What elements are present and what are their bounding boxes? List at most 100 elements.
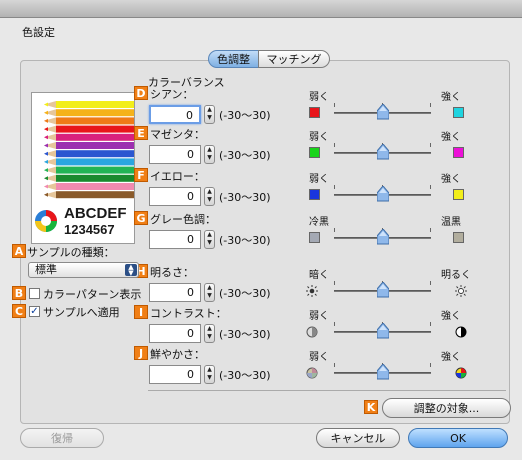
sample-type-value: 標準 [35,263,57,276]
contrast-low-icon [306,326,318,338]
h-label: 明るさ： [150,266,194,279]
marker-b: B [12,286,26,300]
i-low-label: 弱く [309,311,329,322]
e-slider-thumb[interactable] [376,143,389,160]
color-pattern-checkbox[interactable] [29,288,40,299]
f-low-label: 弱く [309,174,329,185]
apply-sample-checkbox[interactable]: ✓ [29,306,40,317]
tab-matching[interactable]: マッチング [258,50,330,68]
d-label: シアン： [150,88,194,101]
d-low-swatch [309,107,320,118]
g-low-swatch [309,232,320,243]
h-slider-tick [334,281,335,285]
marker-c: C [12,304,26,318]
i-high-label: 強く [441,311,461,322]
divider [148,390,506,391]
f-high-label: 強く [441,174,461,185]
f-slider-thumb[interactable] [376,185,389,202]
e-high-label: 強く [441,132,461,143]
e-label: マゼンタ： [150,128,205,141]
d-stepper[interactable]: ▲ ▼ [204,105,215,124]
i-stepper[interactable]: ▲ ▼ [204,324,215,343]
f-slider-tick [334,185,335,189]
j-slider-tick [334,363,335,367]
i-slider-thumb[interactable] [376,322,389,339]
e-value-field[interactable]: 0 [149,145,201,164]
i-value-field[interactable]: 0 [149,324,201,343]
e-slider-tick [430,143,431,147]
h-slider-thumb[interactable] [376,281,389,298]
cancel-button[interactable]: キャンセル [316,428,400,448]
sun-dark-icon [306,285,318,297]
i-slider-tick [334,322,335,326]
f-high-swatch [453,189,464,200]
f-range-text: (-30〜30) [219,191,271,204]
d-slider-thumb[interactable] [376,103,389,120]
g-slider-tick [430,228,431,232]
h-low-label: 暗く [309,270,329,281]
g-label: グレー色調： [150,213,216,226]
f-value-field[interactable]: 0 [149,187,201,206]
sun-bright-icon [455,285,467,297]
j-stepper[interactable]: ▲ ▼ [204,365,215,384]
h-stepper[interactable]: ▲ ▼ [204,283,215,302]
d-slider-tick [430,103,431,107]
adjust-target-button[interactable]: 調整の対象... [382,398,511,418]
e-high-swatch [453,147,464,158]
restore-button[interactable]: 復帰 [20,428,104,448]
sample-text-line1: ABCDEF [64,205,127,222]
apply-sample-label: サンプルへ適用 [43,306,120,319]
f-slider-tick [430,185,431,189]
f-stepper[interactable]: ▲ ▼ [204,187,215,206]
d-slider-tick [334,103,335,107]
saturation-low-icon [306,367,318,379]
marker-j: J [134,346,148,360]
j-range-text: (-30〜30) [219,369,271,382]
sample-type-label: サンプルの種類： [27,246,115,259]
j-low-label: 弱く [309,352,329,363]
g-low-label: 冷黒 [309,217,329,228]
marker-k: K [364,400,378,414]
e-low-label: 弱く [309,132,329,143]
j-slider-tick [430,363,431,367]
e-range-text: (-30〜30) [219,149,271,162]
j-slider-thumb[interactable] [376,363,389,380]
g-range-text: (-30〜30) [219,234,271,247]
e-stepper[interactable]: ▲ ▼ [204,145,215,164]
sample-text-line2: 1234567 [64,222,115,237]
marker-f: F [134,168,148,182]
d-high-label: 強く [441,92,461,103]
h-range-text: (-30〜30) [219,287,271,300]
sample-type-select[interactable]: 標準 ▲ ▼ [28,262,139,278]
g-high-swatch [453,232,464,243]
marker-i: I [134,305,148,319]
h-value-field[interactable]: 0 [149,283,201,302]
g-high-label: 温黒 [441,217,461,228]
g-slider-thumb[interactable] [376,228,389,245]
ok-button[interactable]: OK [408,428,508,448]
d-value-field[interactable]: 0 [149,105,201,124]
h-high-label: 明るく [441,270,471,281]
d-range-text: (-30〜30) [219,109,271,122]
contrast-high-icon [455,326,467,338]
f-low-swatch [309,189,320,200]
f-label: イエロー： [150,170,205,183]
saturation-high-icon [455,367,467,379]
i-range-text: (-30〜30) [219,328,271,341]
marker-g: G [134,211,148,225]
g-stepper[interactable]: ▲ ▼ [204,230,215,249]
tab-color-adjust[interactable]: 色調整 [208,50,259,68]
d-low-label: 弱く [309,92,329,103]
e-slider-tick [334,143,335,147]
marker-a: A [12,244,26,258]
j-label: 鮮やかさ： [150,348,205,361]
j-value-field[interactable]: 0 [149,365,201,384]
sample-preview: ABCDEF 1234567 [31,92,135,244]
window-titlebar [0,0,522,18]
e-low-swatch [309,147,320,158]
select-arrows-icon: ▲ ▼ [125,264,137,277]
dialog-title: 色設定 [22,26,55,39]
g-value-field[interactable]: 0 [149,230,201,249]
h-slider-tick [430,281,431,285]
marker-e: E [134,126,148,140]
